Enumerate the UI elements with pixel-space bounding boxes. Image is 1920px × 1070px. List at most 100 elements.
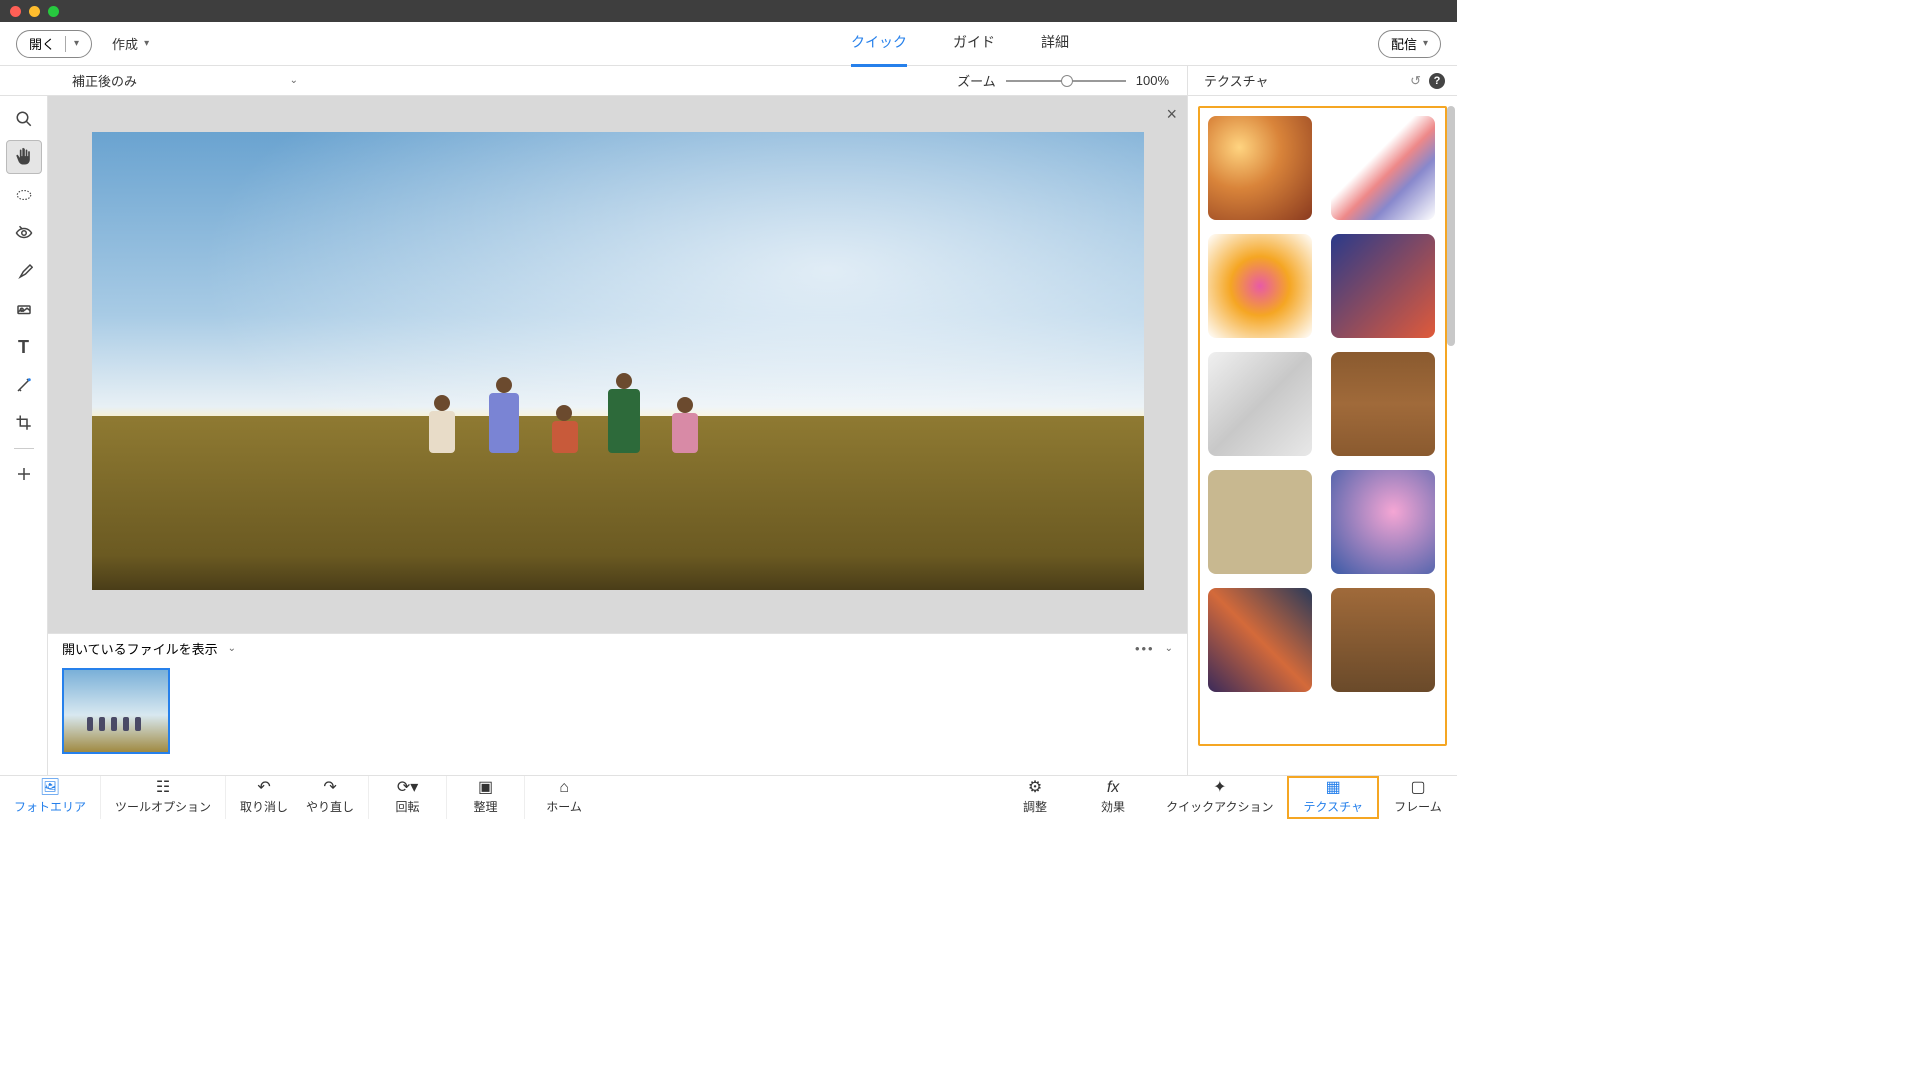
home-icon: ⌂ xyxy=(559,780,569,796)
chevron-down-icon[interactable]: ⌄ xyxy=(228,643,236,654)
frame-icon: ▢ xyxy=(1410,780,1425,796)
brush-tool[interactable] xyxy=(6,254,42,288)
scrollbar[interactable] xyxy=(1447,106,1455,346)
red-eye-tool[interactable] xyxy=(6,216,42,250)
undo-icon: ↶ xyxy=(257,780,270,796)
text-tool[interactable]: T xyxy=(6,330,42,364)
window-titlebar xyxy=(0,0,1457,22)
bottom-photo-area[interactable]: 🖼 フォトエリア xyxy=(0,776,101,819)
chevron-down-icon: ⌄ xyxy=(290,75,298,86)
texture-light-rays[interactable] xyxy=(1208,352,1312,456)
zoom-controls: ズーム 100% xyxy=(957,71,1187,90)
zoom-label: ズーム xyxy=(957,71,996,90)
zoom-tool[interactable] xyxy=(6,102,42,136)
tab-quick[interactable]: クイック xyxy=(851,20,907,67)
bottom-undo-redo: ↶ 取り消し ↷ やり直し xyxy=(226,776,369,819)
texture-grid xyxy=(1198,106,1447,746)
magic-wand-tool[interactable] xyxy=(6,368,42,402)
texture-geometric[interactable] xyxy=(1208,588,1312,692)
mode-tabs: クイック ガイド 詳細 xyxy=(851,20,1069,67)
view-mode-label: 補正後のみ xyxy=(72,71,137,90)
filmstrip-thumbnail[interactable] xyxy=(62,668,170,754)
bottom-rotate[interactable]: ⟳▾ 回転 xyxy=(369,776,447,819)
filmstrip-more-icon[interactable]: ••• xyxy=(1135,641,1155,656)
bottom-organize[interactable]: ▣ 整理 xyxy=(447,776,525,819)
quick-action-icon: ✦ xyxy=(1213,780,1226,796)
bottom-tool-options-label: ツールオプション xyxy=(115,798,211,815)
right-panel-title: テクスチャ xyxy=(1204,71,1268,90)
bottom-effects[interactable]: fx 効果 xyxy=(1074,776,1152,819)
canvas-image[interactable] xyxy=(92,132,1144,590)
texture-icon: ▦ xyxy=(1326,780,1341,796)
open-button-label: 開く xyxy=(29,34,55,53)
spot-heal-tool[interactable] xyxy=(6,292,42,326)
crop-tool[interactable] xyxy=(6,406,42,440)
close-icon[interactable]: × xyxy=(1166,104,1177,125)
close-window-icon[interactable] xyxy=(10,6,21,17)
bottom-quick-action-label: クイックアクション xyxy=(1166,798,1273,815)
bottom-rotate-label: 回転 xyxy=(396,798,420,815)
texture-bokeh-hearts[interactable] xyxy=(1208,116,1312,220)
bottom-frame[interactable]: ▢ フレーム xyxy=(1379,776,1457,819)
texture-wood-planks[interactable] xyxy=(1331,588,1435,692)
top-toolbar: 開く ▾ 作成 ▾ クイック ガイド 詳細 配信 ▾ xyxy=(0,22,1457,66)
zoom-slider-thumb[interactable] xyxy=(1061,75,1073,87)
zoom-value: 100% xyxy=(1136,73,1169,88)
filmstrip-header: 開いているファイルを表示 xyxy=(62,639,218,658)
center-area: × 開いているファイルを表示 ⌄ ••• ⌄ xyxy=(48,96,1187,775)
quick-select-tool[interactable] xyxy=(6,178,42,212)
bottom-adjust-label: 調整 xyxy=(1023,798,1047,815)
chevron-down-icon[interactable]: ▾ xyxy=(74,38,79,49)
create-button[interactable]: 作成 ▾ xyxy=(112,34,149,53)
tab-advanced[interactable]: 詳細 xyxy=(1041,20,1069,67)
bottom-texture[interactable]: ▦ テクスチャ xyxy=(1287,776,1379,819)
texture-ink-splash[interactable] xyxy=(1331,116,1435,220)
texture-gradient-sunset[interactable] xyxy=(1331,234,1435,338)
bottom-adjust[interactable]: ⚙ 調整 xyxy=(996,776,1074,819)
reset-icon[interactable]: ↺ xyxy=(1410,73,1421,89)
texture-wood-grain[interactable] xyxy=(1331,352,1435,456)
zoom-slider[interactable] xyxy=(1006,80,1126,82)
tool-column: T xyxy=(0,96,48,775)
redo-icon: ↷ xyxy=(323,780,336,796)
bottom-quick-action[interactable]: ✦ クイックアクション xyxy=(1152,776,1287,819)
texture-bokeh-blue[interactable] xyxy=(1331,470,1435,574)
canvas-area[interactable]: × xyxy=(48,96,1187,633)
subheader: 補正後のみ ⌄ ズーム 100% テクスチャ ↺ ? xyxy=(0,66,1457,96)
adjust-icon: ⚙ xyxy=(1028,780,1042,796)
bottom-effects-label: 効果 xyxy=(1101,798,1125,815)
bottom-frame-label: フレーム xyxy=(1394,798,1442,815)
main-row: T × 開いているファイルを表示 ⌄ xyxy=(0,96,1457,775)
texture-color-burst[interactable] xyxy=(1208,234,1312,338)
chevron-down-icon: ▾ xyxy=(1423,38,1428,49)
maximize-window-icon[interactable] xyxy=(48,6,59,17)
texture-kraft-paper[interactable] xyxy=(1208,470,1312,574)
minimize-window-icon[interactable] xyxy=(29,6,40,17)
chevron-down-icon: ▾ xyxy=(144,38,149,49)
hand-tool[interactable] xyxy=(6,140,42,174)
tool-options-icon: ☷ xyxy=(156,780,170,796)
photo-area-icon: 🖼 xyxy=(40,780,60,796)
bottom-tool-options[interactable]: ☷ ツールオプション xyxy=(101,776,226,819)
tab-guide[interactable]: ガイド xyxy=(953,20,995,67)
move-tool[interactable] xyxy=(6,457,42,491)
share-button[interactable]: 配信 ▾ xyxy=(1378,30,1441,58)
rotate-icon: ⟳▾ xyxy=(397,780,418,796)
create-button-label: 作成 xyxy=(112,34,138,53)
tool-separator xyxy=(14,448,34,449)
right-panel xyxy=(1187,96,1457,775)
filmstrip: 開いているファイルを表示 ⌄ ••• ⌄ xyxy=(48,633,1187,775)
bottom-home[interactable]: ⌂ ホーム xyxy=(525,776,603,819)
bottom-undo-label: 取り消し xyxy=(240,798,288,815)
bottom-texture-label: テクスチャ xyxy=(1303,798,1363,815)
bottom-redo[interactable]: ↷ やり直し xyxy=(306,780,354,815)
chevron-down-icon[interactable]: ⌄ xyxy=(1165,643,1173,654)
bottom-home-label: ホーム xyxy=(546,798,582,815)
view-mode-dropdown[interactable]: 補正後のみ ⌄ xyxy=(48,71,298,90)
bottom-photo-area-label: フォトエリア xyxy=(14,798,86,815)
bottom-undo[interactable]: ↶ 取り消し xyxy=(240,780,288,815)
open-button[interactable]: 開く ▾ xyxy=(16,30,92,58)
bottom-bar: 🖼 フォトエリア ☷ ツールオプション ↶ 取り消し ↷ やり直し ⟳▾ 回転 … xyxy=(0,775,1457,819)
effects-icon: fx xyxy=(1107,780,1119,796)
help-icon[interactable]: ? xyxy=(1429,73,1445,89)
